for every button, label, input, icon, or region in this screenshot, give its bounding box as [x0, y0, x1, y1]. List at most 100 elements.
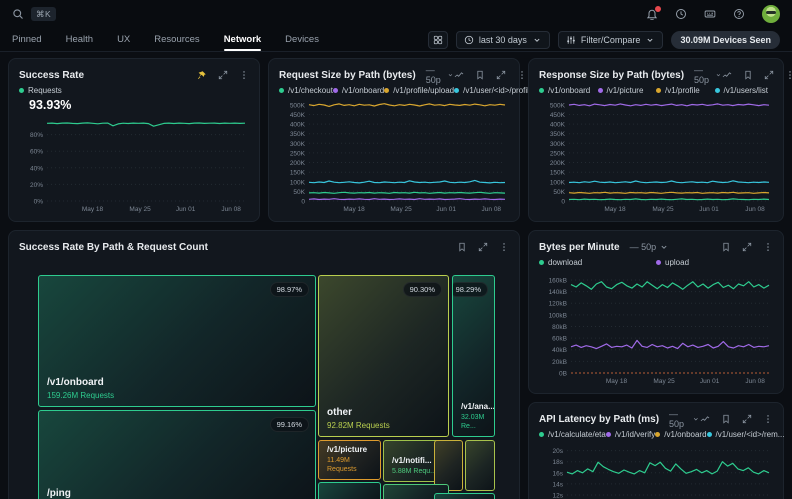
bytes-per-minute-chart[interactable]: 0B20kB40kB60kB80kB100kB120kB140kB160kBMa… [539, 269, 773, 385]
tab-network[interactable]: Network [224, 28, 261, 51]
request-size-chart[interactable]: 050K100K150K200K250K300K350K400K450K500K… [279, 97, 509, 213]
aggregation-selector[interactable]: — 50p [669, 409, 700, 429]
legend-item[interactable]: /v1/profile/upload [384, 86, 454, 95]
kebab-menu-icon[interactable] [239, 70, 249, 80]
legend-item[interactable]: /v1/picture [598, 86, 657, 95]
expand-icon[interactable] [478, 242, 488, 252]
legend-item[interactable]: /v1/id/verify [606, 430, 655, 439]
treemap-tile[interactable] [465, 440, 495, 491]
tab-resources[interactable]: Resources [154, 28, 199, 51]
tile-success-badge: 98.97% [270, 282, 309, 297]
legend-dot [384, 88, 389, 93]
chart-canvas[interactable]: 20s18s16s14s12s10s8sMay 18May 25Jun 01Ju… [539, 441, 773, 499]
treemap-tile[interactable]: /v1/picture11.49M Requests [318, 440, 381, 480]
aggregation-selector[interactable]: — 50p [630, 242, 670, 252]
time-range-selector[interactable]: last 30 days [456, 31, 550, 49]
response-size-chart[interactable]: 050K100K150K200K250K300K350K400K450K500K… [539, 97, 773, 213]
chart-type-icon[interactable] [722, 70, 732, 80]
kebab-menu-icon[interactable] [763, 242, 773, 252]
svg-text:40kB: 40kB [552, 347, 567, 354]
time-range-label: last 30 days [479, 35, 527, 45]
legend-item[interactable]: /v1/onboard [655, 430, 706, 439]
legend-label: /v1/checkout [288, 86, 333, 95]
legend-item[interactable]: /v1/calculate/eta [539, 430, 606, 439]
card-success-by-path: Success Rate By Path & Request Count 98.… [8, 230, 520, 499]
bookmark-icon[interactable] [721, 242, 731, 252]
aggregation-selector[interactable]: — 50p [426, 65, 454, 85]
aggregation-selector[interactable]: — 50p [694, 65, 722, 85]
expand-icon[interactable] [742, 414, 752, 424]
kebab-menu-icon[interactable] [517, 70, 527, 80]
chart-canvas[interactable]: 050K100K150K200K250K300K350K400K450K500K… [279, 97, 509, 213]
keyboard-shortcuts-icon[interactable] [704, 8, 716, 20]
svg-text:100K: 100K [290, 179, 306, 186]
legend-item[interactable]: /v1/profile [656, 86, 715, 95]
success-rate-chart[interactable]: 0%20%40%60%80%May 18May 25Jun 01Jun 08 [19, 114, 249, 213]
legend-dot [539, 260, 544, 265]
bookmark-icon[interactable] [457, 242, 467, 252]
legend-item[interactable]: /v1/checkout [279, 86, 333, 95]
svg-text:May 25: May 25 [390, 206, 412, 213]
svg-text:0B: 0B [559, 371, 567, 378]
chart-canvas[interactable]: 0%20%40%60%80%May 18May 25Jun 01Jun 08 [19, 114, 249, 213]
treemap-tile[interactable] [434, 493, 495, 499]
legend-item[interactable]: /v1/users/list [715, 86, 774, 95]
legend-item[interactable]: /v1/user/<id>/rem... [707, 430, 785, 439]
bookmark-icon[interactable] [721, 414, 731, 424]
card-title: Bytes per Minute [539, 242, 620, 253]
user-avatar[interactable] [762, 5, 780, 23]
svg-text:May 25: May 25 [652, 206, 674, 213]
chart-type-icon[interactable] [700, 414, 710, 424]
kebab-menu-icon[interactable] [763, 414, 773, 424]
treemap-tile[interactable]: 99.16%/ping [38, 410, 316, 499]
pin-icon[interactable] [197, 70, 207, 80]
kebab-menu-icon[interactable] [499, 242, 509, 252]
legend-item[interactable]: upload [656, 258, 773, 267]
chart-canvas[interactable]: 0B20kB40kB60kB80kB100kB120kB140kB160kBMa… [539, 269, 773, 385]
devices-seen-badge[interactable]: 30.09M Devices Seen [671, 31, 780, 49]
legend-item[interactable]: download [539, 258, 656, 267]
chart-canvas[interactable]: 050K100K150K200K250K300K350K400K450K500K… [539, 97, 773, 213]
kebab-menu-icon[interactable] [785, 70, 792, 80]
legend-label: /v1/picture [607, 86, 644, 95]
clock-icon[interactable] [675, 8, 687, 20]
search-icon [12, 8, 24, 20]
help-icon[interactable] [733, 8, 745, 20]
legend-item[interactable]: /v1/onboard [333, 86, 384, 95]
treemap-tile[interactable]: 98.97%/v1/onboard159.26M Requests [38, 275, 316, 407]
svg-text:0%: 0% [34, 199, 44, 206]
svg-text:350K: 350K [290, 131, 306, 138]
expand-icon[interactable] [218, 70, 228, 80]
svg-text:400K: 400K [290, 122, 306, 129]
filter-compare-button[interactable]: Filter/Compare [558, 31, 664, 49]
chart-legend: /v1/onboard/v1/picture/v1/profile/v1/use… [539, 86, 773, 95]
legend-label: /v1/calculate/eta [548, 430, 606, 439]
treemap-tile[interactable]: 90.30%other92.82M Requests [318, 275, 449, 437]
tile-request-count: 92.82M Requests [327, 421, 440, 431]
notifications-button[interactable] [646, 8, 658, 20]
bookmark-icon[interactable] [743, 70, 753, 80]
expand-icon[interactable] [496, 70, 506, 80]
svg-text:300K: 300K [290, 141, 306, 148]
svg-text:160kB: 160kB [549, 278, 567, 285]
api-latency-chart[interactable]: 20s18s16s14s12s10s8sMay 18May 25Jun 01Ju… [539, 441, 773, 499]
expand-icon[interactable] [742, 242, 752, 252]
tab-pinned[interactable]: Pinned [12, 28, 42, 51]
legend-item[interactable]: /v1/onboard [539, 86, 598, 95]
tab-health[interactable]: Health [66, 28, 93, 51]
bookmark-icon[interactable] [475, 70, 485, 80]
chart-type-icon[interactable] [454, 70, 464, 80]
svg-text:14s: 14s [553, 481, 564, 488]
tab-ux[interactable]: UX [117, 28, 130, 51]
legend-item[interactable]: /v1/user/<id>/profile [454, 86, 533, 95]
chevron-down-icon [532, 35, 542, 45]
treemap-tile[interactable]: 98.29%/v1/ana...32.03M Re... [452, 275, 495, 437]
legend-item[interactable]: Requests [19, 86, 62, 95]
legend-dot [606, 432, 611, 437]
layout-grid-button[interactable] [428, 31, 448, 49]
svg-text:20s: 20s [553, 448, 564, 455]
treemap-tile[interactable] [318, 482, 381, 499]
tab-devices[interactable]: Devices [285, 28, 319, 51]
expand-icon[interactable] [764, 70, 774, 80]
global-search[interactable]: ⌘K [12, 7, 56, 21]
